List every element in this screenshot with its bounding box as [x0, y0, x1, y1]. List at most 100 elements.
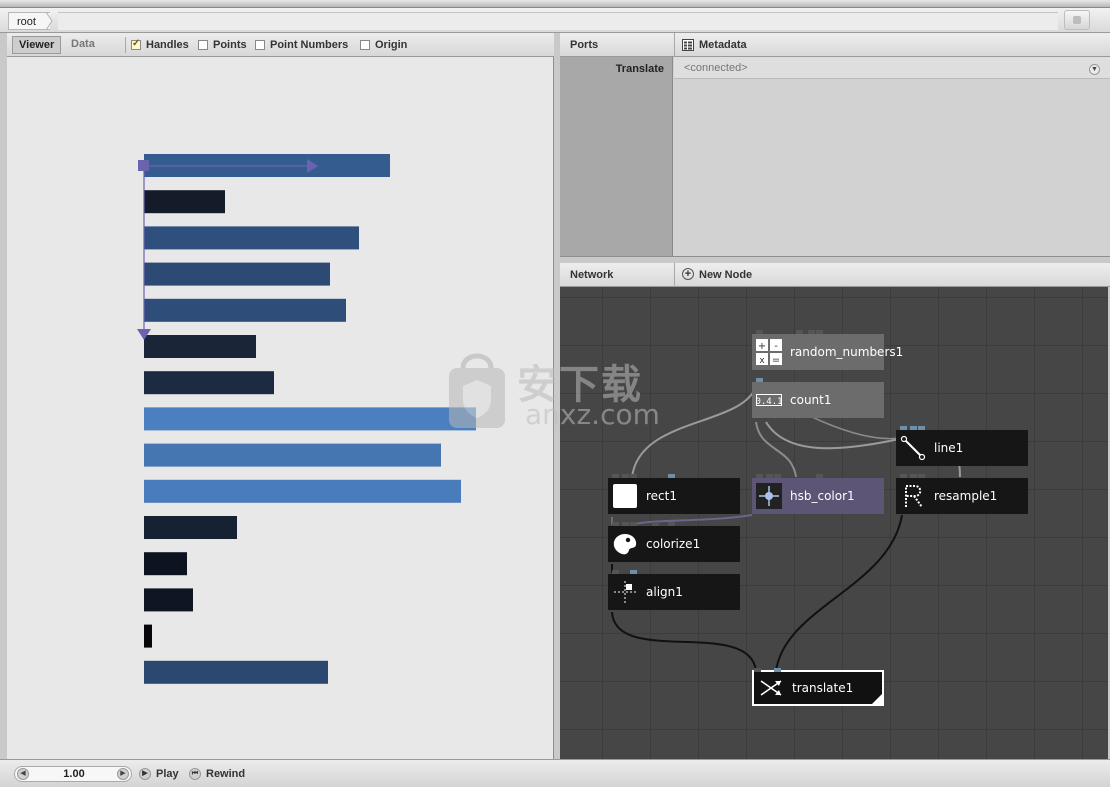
input-port[interactable]	[756, 330, 763, 334]
svg-text:-: -	[774, 341, 778, 352]
input-port[interactable]	[910, 426, 917, 430]
viewer-bar	[144, 552, 187, 576]
svg-text:x: x	[759, 356, 765, 365]
input-port[interactable]	[900, 426, 907, 430]
input-port[interactable]	[630, 570, 637, 574]
input-port[interactable]	[612, 474, 619, 478]
svg-text:+: +	[758, 341, 766, 352]
input-port[interactable]	[668, 522, 675, 526]
node-label: align1	[646, 585, 683, 599]
node-align1[interactable]: align1	[608, 570, 740, 610]
address-bar: root	[0, 8, 1110, 33]
wire	[755, 421, 797, 478]
input-port[interactable]	[774, 474, 781, 478]
window-titlebar	[0, 0, 1110, 8]
breadcrumb-root[interactable]: root	[8, 12, 50, 30]
input-port[interactable]	[754, 668, 761, 672]
input-port[interactable]	[816, 330, 823, 334]
points-label: Points	[213, 39, 247, 51]
rectangle-icon	[612, 483, 638, 509]
input-port[interactable]	[630, 522, 637, 526]
input-port[interactable]	[612, 522, 619, 526]
handles-checkbox[interactable]: Handles	[131, 37, 189, 53]
address-action-button[interactable]	[1064, 10, 1090, 30]
input-port[interactable]	[900, 474, 907, 478]
node-label: line1	[934, 441, 964, 455]
node-translate1[interactable]: translate1	[752, 668, 884, 706]
tab-data[interactable]: Data	[65, 36, 101, 54]
input-port[interactable]	[766, 474, 773, 478]
viewer-bar	[144, 624, 152, 648]
input-port[interactable]	[652, 522, 659, 526]
input-port[interactable]	[630, 474, 637, 478]
input-port[interactable]	[816, 474, 823, 478]
input-port[interactable]	[622, 522, 629, 526]
node-label: count1	[790, 393, 832, 407]
input-port[interactable]	[622, 474, 629, 478]
node-colorize1[interactable]: colorize1	[608, 522, 740, 562]
viewer-bar	[144, 660, 328, 684]
node-label: translate1	[792, 681, 854, 695]
input-port[interactable]	[918, 474, 925, 478]
input-port[interactable]	[796, 330, 803, 334]
bars-group	[144, 154, 476, 684]
checkbox-icon	[198, 40, 208, 50]
input-port[interactable]	[774, 668, 781, 672]
viewer-bar	[144, 298, 346, 322]
input-port[interactable]	[756, 378, 763, 382]
calculator-icon: + - x =	[756, 339, 782, 365]
zoom-decrease-icon[interactable]: ◀	[17, 768, 29, 780]
watermark-url: anxz.com	[525, 398, 660, 431]
stop-icon	[1073, 16, 1081, 24]
color-picker-icon	[756, 483, 782, 509]
node-random-numbers1[interactable]: + - x = random_numbers1	[752, 330, 903, 370]
align-icon	[612, 579, 638, 605]
node-rect1[interactable]: rect1	[608, 474, 740, 514]
tab-viewer[interactable]: Viewer	[12, 36, 62, 54]
node-line1[interactable]: line1	[896, 426, 1028, 466]
point-numbers-checkbox[interactable]: Point Numbers	[255, 37, 348, 53]
rewind-button[interactable]: ⏮ Rewind	[189, 766, 245, 782]
watermark-shield-icon	[449, 353, 505, 428]
handle-origin-square-icon	[138, 160, 149, 171]
ports-title: Ports	[570, 39, 599, 51]
points-checkbox[interactable]: Points	[198, 37, 247, 53]
metadata-icon	[682, 39, 694, 51]
input-port[interactable]	[756, 474, 763, 478]
network-header: Network + New Node	[560, 263, 1110, 287]
viewer-bar	[144, 479, 461, 503]
input-port[interactable]	[612, 570, 619, 574]
wire	[775, 514, 903, 672]
play-button[interactable]: ▶ Play	[139, 766, 179, 782]
zoom-value[interactable]: 1.00	[15, 768, 133, 780]
port-value-translate: <connected>	[684, 62, 748, 74]
ports-label-column: Translate	[560, 57, 673, 256]
input-port[interactable]	[808, 330, 815, 334]
viewer-bar	[144, 262, 330, 286]
viewer-bar	[144, 588, 193, 612]
input-port[interactable]	[668, 474, 675, 478]
wire	[629, 514, 753, 526]
node-count1[interactable]: 0.4.1 count1	[752, 378, 884, 418]
wire	[611, 611, 757, 672]
new-node-button[interactable]: New Node	[699, 269, 752, 281]
header-divider	[674, 263, 675, 287]
ports-header: Ports Metadata	[560, 33, 1110, 57]
palette-icon	[612, 531, 638, 557]
counter-icon: 0.4.1	[756, 387, 782, 413]
node-hsb-color1[interactable]: hsb_color1	[752, 474, 884, 514]
port-name-translate: Translate	[615, 63, 664, 75]
zoom-increase-icon[interactable]: ▶	[117, 768, 129, 780]
origin-checkbox[interactable]: Origin	[360, 37, 407, 53]
port-menu-chevron-icon[interactable]: ▼	[1089, 64, 1100, 75]
point-numbers-label: Point Numbers	[270, 39, 349, 51]
zoom-field[interactable]: 1.00 ◀ ▶	[14, 766, 132, 782]
input-port[interactable]	[910, 474, 917, 478]
viewer-toolbar: Viewer Data Handles Points Point Numbers…	[7, 33, 554, 57]
line-icon	[900, 435, 926, 461]
checkbox-icon	[255, 40, 265, 50]
input-port[interactable]	[918, 426, 925, 430]
metadata-button[interactable]: Metadata	[699, 39, 747, 51]
breadcrumb-chevron-icon	[46, 12, 53, 30]
node-resample1[interactable]: resample1	[896, 474, 1028, 514]
